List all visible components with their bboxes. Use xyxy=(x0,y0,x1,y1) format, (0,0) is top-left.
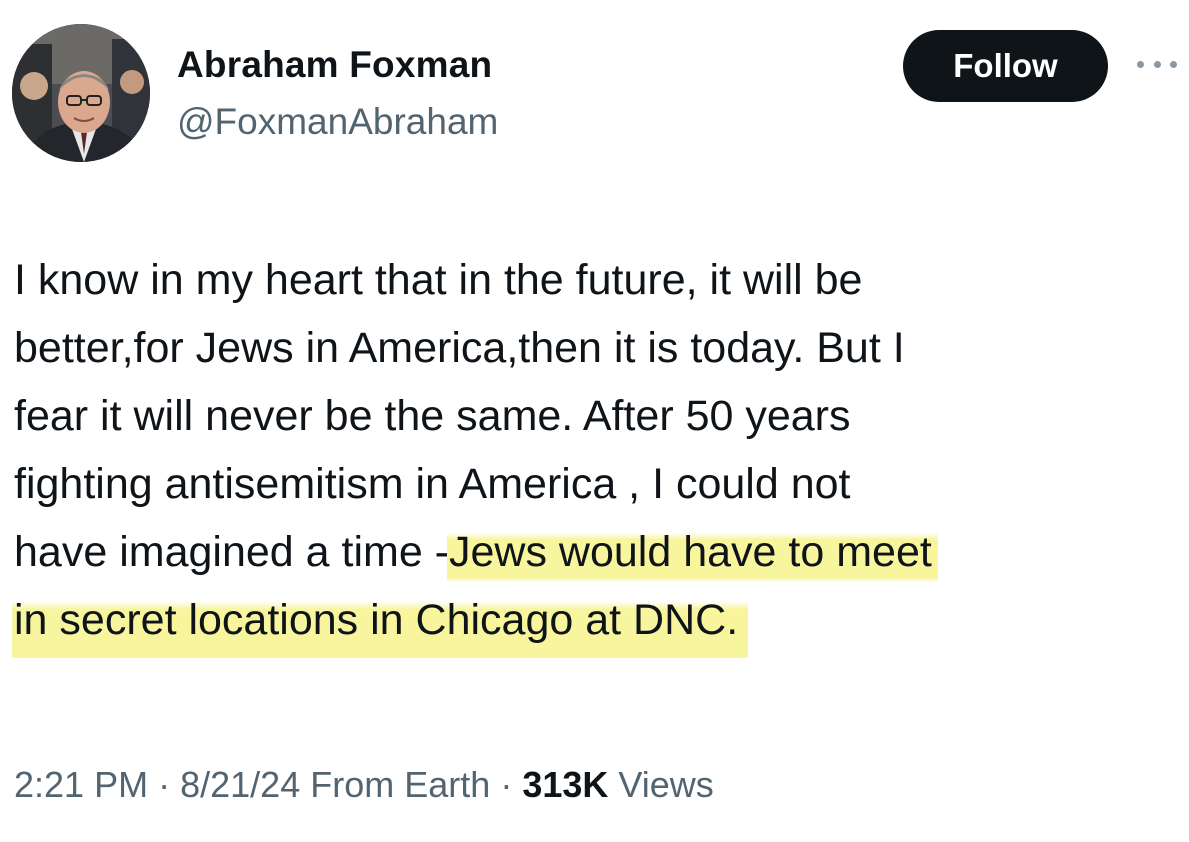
display-name[interactable]: Abraham Foxman xyxy=(177,44,492,86)
more-options-icon[interactable] xyxy=(1137,54,1177,74)
tweet-line: in secret locations in Chicago at DNC. xyxy=(12,586,1179,658)
views-count[interactable]: 313K xyxy=(522,764,608,805)
highlighted-text: in secret locations in Chicago at DNC. xyxy=(12,596,749,658)
more-dot xyxy=(1170,60,1177,68)
meta-separator: · xyxy=(500,764,513,805)
handle[interactable]: @FoxmanAbraham xyxy=(177,101,498,143)
tweet-line: better,for Jews in America,then it is to… xyxy=(14,324,905,372)
tweet-line-plain: have imagined a time - xyxy=(14,528,449,576)
tweet-line: fear it will never be the same. After 50… xyxy=(14,392,851,440)
tweet-line: fighting antisemitism in America , I cou… xyxy=(14,460,851,508)
tweet-line: I know in my heart that in the future, i… xyxy=(14,256,863,304)
views-label[interactable]: Views xyxy=(618,764,713,805)
tweet-date[interactable]: 8/21/24 xyxy=(180,764,300,805)
more-dot xyxy=(1137,60,1144,68)
tweet-location: From Earth xyxy=(310,764,491,805)
tweet-card: Abraham Foxman @FoxmanAbraham Follow I k… xyxy=(0,0,1189,842)
tweet-meta: 2:21 PM · 8/21/24 From Earth · 313K View… xyxy=(14,764,714,806)
tweet-time[interactable]: 2:21 PM xyxy=(14,764,148,805)
follow-button[interactable]: Follow xyxy=(903,30,1108,102)
avatar[interactable] xyxy=(12,24,150,162)
tweet-line: have imagined a time -Jews would have to… xyxy=(14,518,1179,586)
highlighted-text: Jews would have to meet xyxy=(447,528,938,582)
more-dot xyxy=(1153,60,1161,68)
meta-separator: · xyxy=(158,764,171,805)
avatar-image xyxy=(12,24,150,162)
tweet-text: I know in my heart that in the future, i… xyxy=(12,246,1179,658)
